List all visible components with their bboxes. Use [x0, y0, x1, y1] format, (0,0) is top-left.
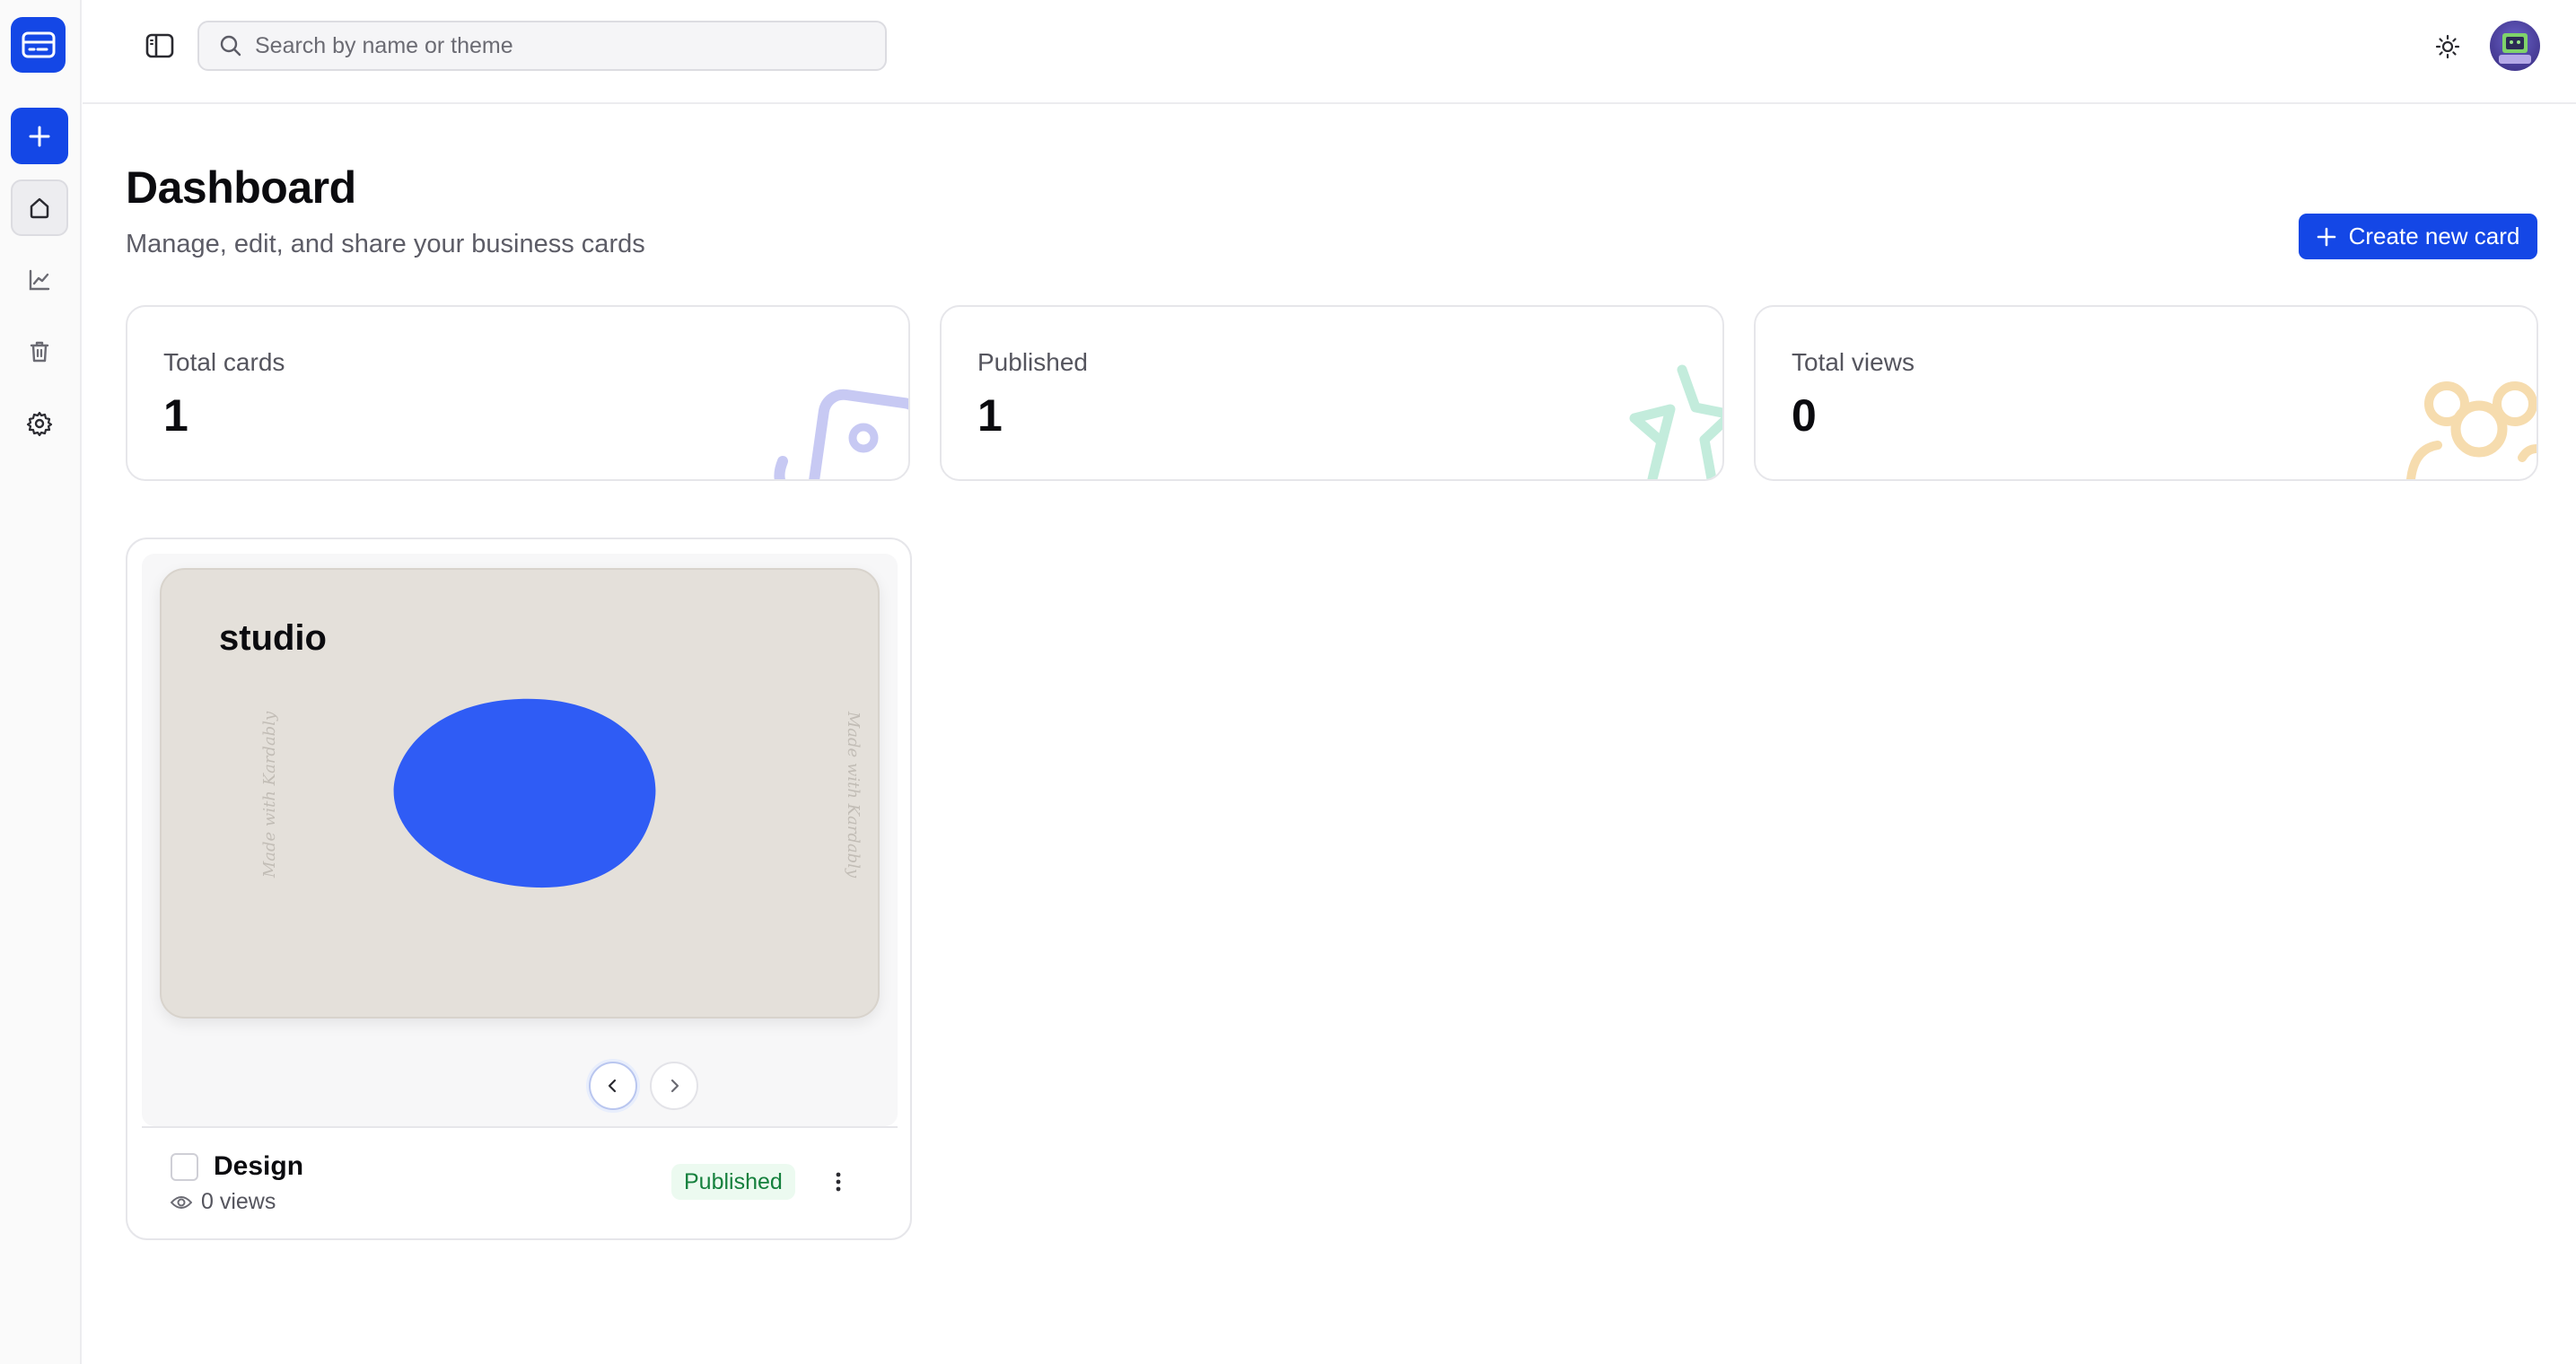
- sidebar-item-trash[interactable]: [11, 323, 68, 380]
- create-new-card-label: Create new card: [2348, 223, 2520, 249]
- card-tile[interactable]: studio Made with Kardably Made with Kard…: [126, 538, 912, 1240]
- new-card-button[interactable]: [11, 108, 68, 164]
- card-preview-area: studio Made with Kardably Made with Kard…: [142, 554, 898, 1126]
- card-watermark: Made with Kardably: [260, 711, 280, 879]
- app-sidebar: [0, 0, 82, 1364]
- card-blob-shape: [393, 698, 656, 888]
- theme-toggle-button[interactable]: [2428, 27, 2467, 66]
- create-new-card-button[interactable]: Create new card: [2299, 214, 2537, 259]
- gear-icon: [26, 411, 53, 436]
- chevron-left-icon: [608, 1079, 617, 1093]
- stat-value: 1: [163, 390, 188, 441]
- star-icon: [1629, 364, 1722, 479]
- search-icon: [220, 35, 241, 57]
- card-preview[interactable]: studio Made with Kardably Made with Kard…: [160, 568, 880, 1019]
- card-select-checkbox[interactable]: [171, 1153, 198, 1181]
- eye-icon: [171, 1195, 192, 1209]
- stat-card-total-views: Total views 0: [1754, 305, 2538, 481]
- page-subtitle: Manage, edit, and share your business ca…: [126, 230, 645, 258]
- search-input[interactable]: [255, 32, 865, 59]
- card-views: 0 views: [171, 1189, 276, 1215]
- more-vertical-icon: [836, 1172, 841, 1192]
- chevron-right-icon: [670, 1079, 679, 1093]
- stat-value: 0: [1792, 390, 1817, 441]
- card-title: Design: [214, 1151, 304, 1181]
- carousel-prev-button[interactable]: [589, 1062, 637, 1110]
- plus-icon: [2317, 227, 2335, 246]
- app-logo[interactable]: [11, 17, 66, 73]
- sun-icon: [2435, 34, 2460, 59]
- sidebar-item-settings[interactable]: [11, 395, 68, 451]
- trash-icon: [30, 341, 49, 362]
- stat-card-published: Published 1: [940, 305, 1724, 481]
- card-views-count: 0 views: [201, 1189, 276, 1214]
- page-title: Dashboard: [126, 162, 356, 213]
- home-icon: [30, 197, 49, 218]
- plus-icon: [29, 126, 50, 146]
- top-bar: [83, 0, 2576, 104]
- stat-label: Total views: [1792, 348, 1914, 376]
- avatar-image: [2499, 33, 2531, 64]
- stat-label: Published: [977, 348, 1088, 376]
- card-preview-name: studio: [219, 618, 327, 658]
- card-more-button[interactable]: [820, 1164, 856, 1200]
- stat-card-total-cards: Total cards 1: [126, 305, 910, 481]
- status-badge: Published: [671, 1164, 795, 1200]
- card-icon: [22, 31, 55, 58]
- stat-label: Total cards: [163, 348, 285, 376]
- users-icon: [2406, 381, 2537, 479]
- card-watermark: Made with Kardably: [844, 711, 863, 879]
- carousel-next-button[interactable]: [650, 1062, 698, 1110]
- divider: [142, 1126, 898, 1128]
- stat-value: 1: [977, 390, 1003, 441]
- sidebar-item-home[interactable]: [11, 179, 68, 236]
- chart-line-icon: [29, 269, 50, 290]
- sidebar-toggle-button[interactable]: [135, 27, 185, 65]
- search-box[interactable]: [197, 21, 887, 71]
- sidebar-panel-icon: [145, 33, 174, 58]
- card-icon: [774, 389, 908, 479]
- user-avatar[interactable]: [2490, 21, 2540, 71]
- sidebar-item-analytics[interactable]: [11, 251, 68, 308]
